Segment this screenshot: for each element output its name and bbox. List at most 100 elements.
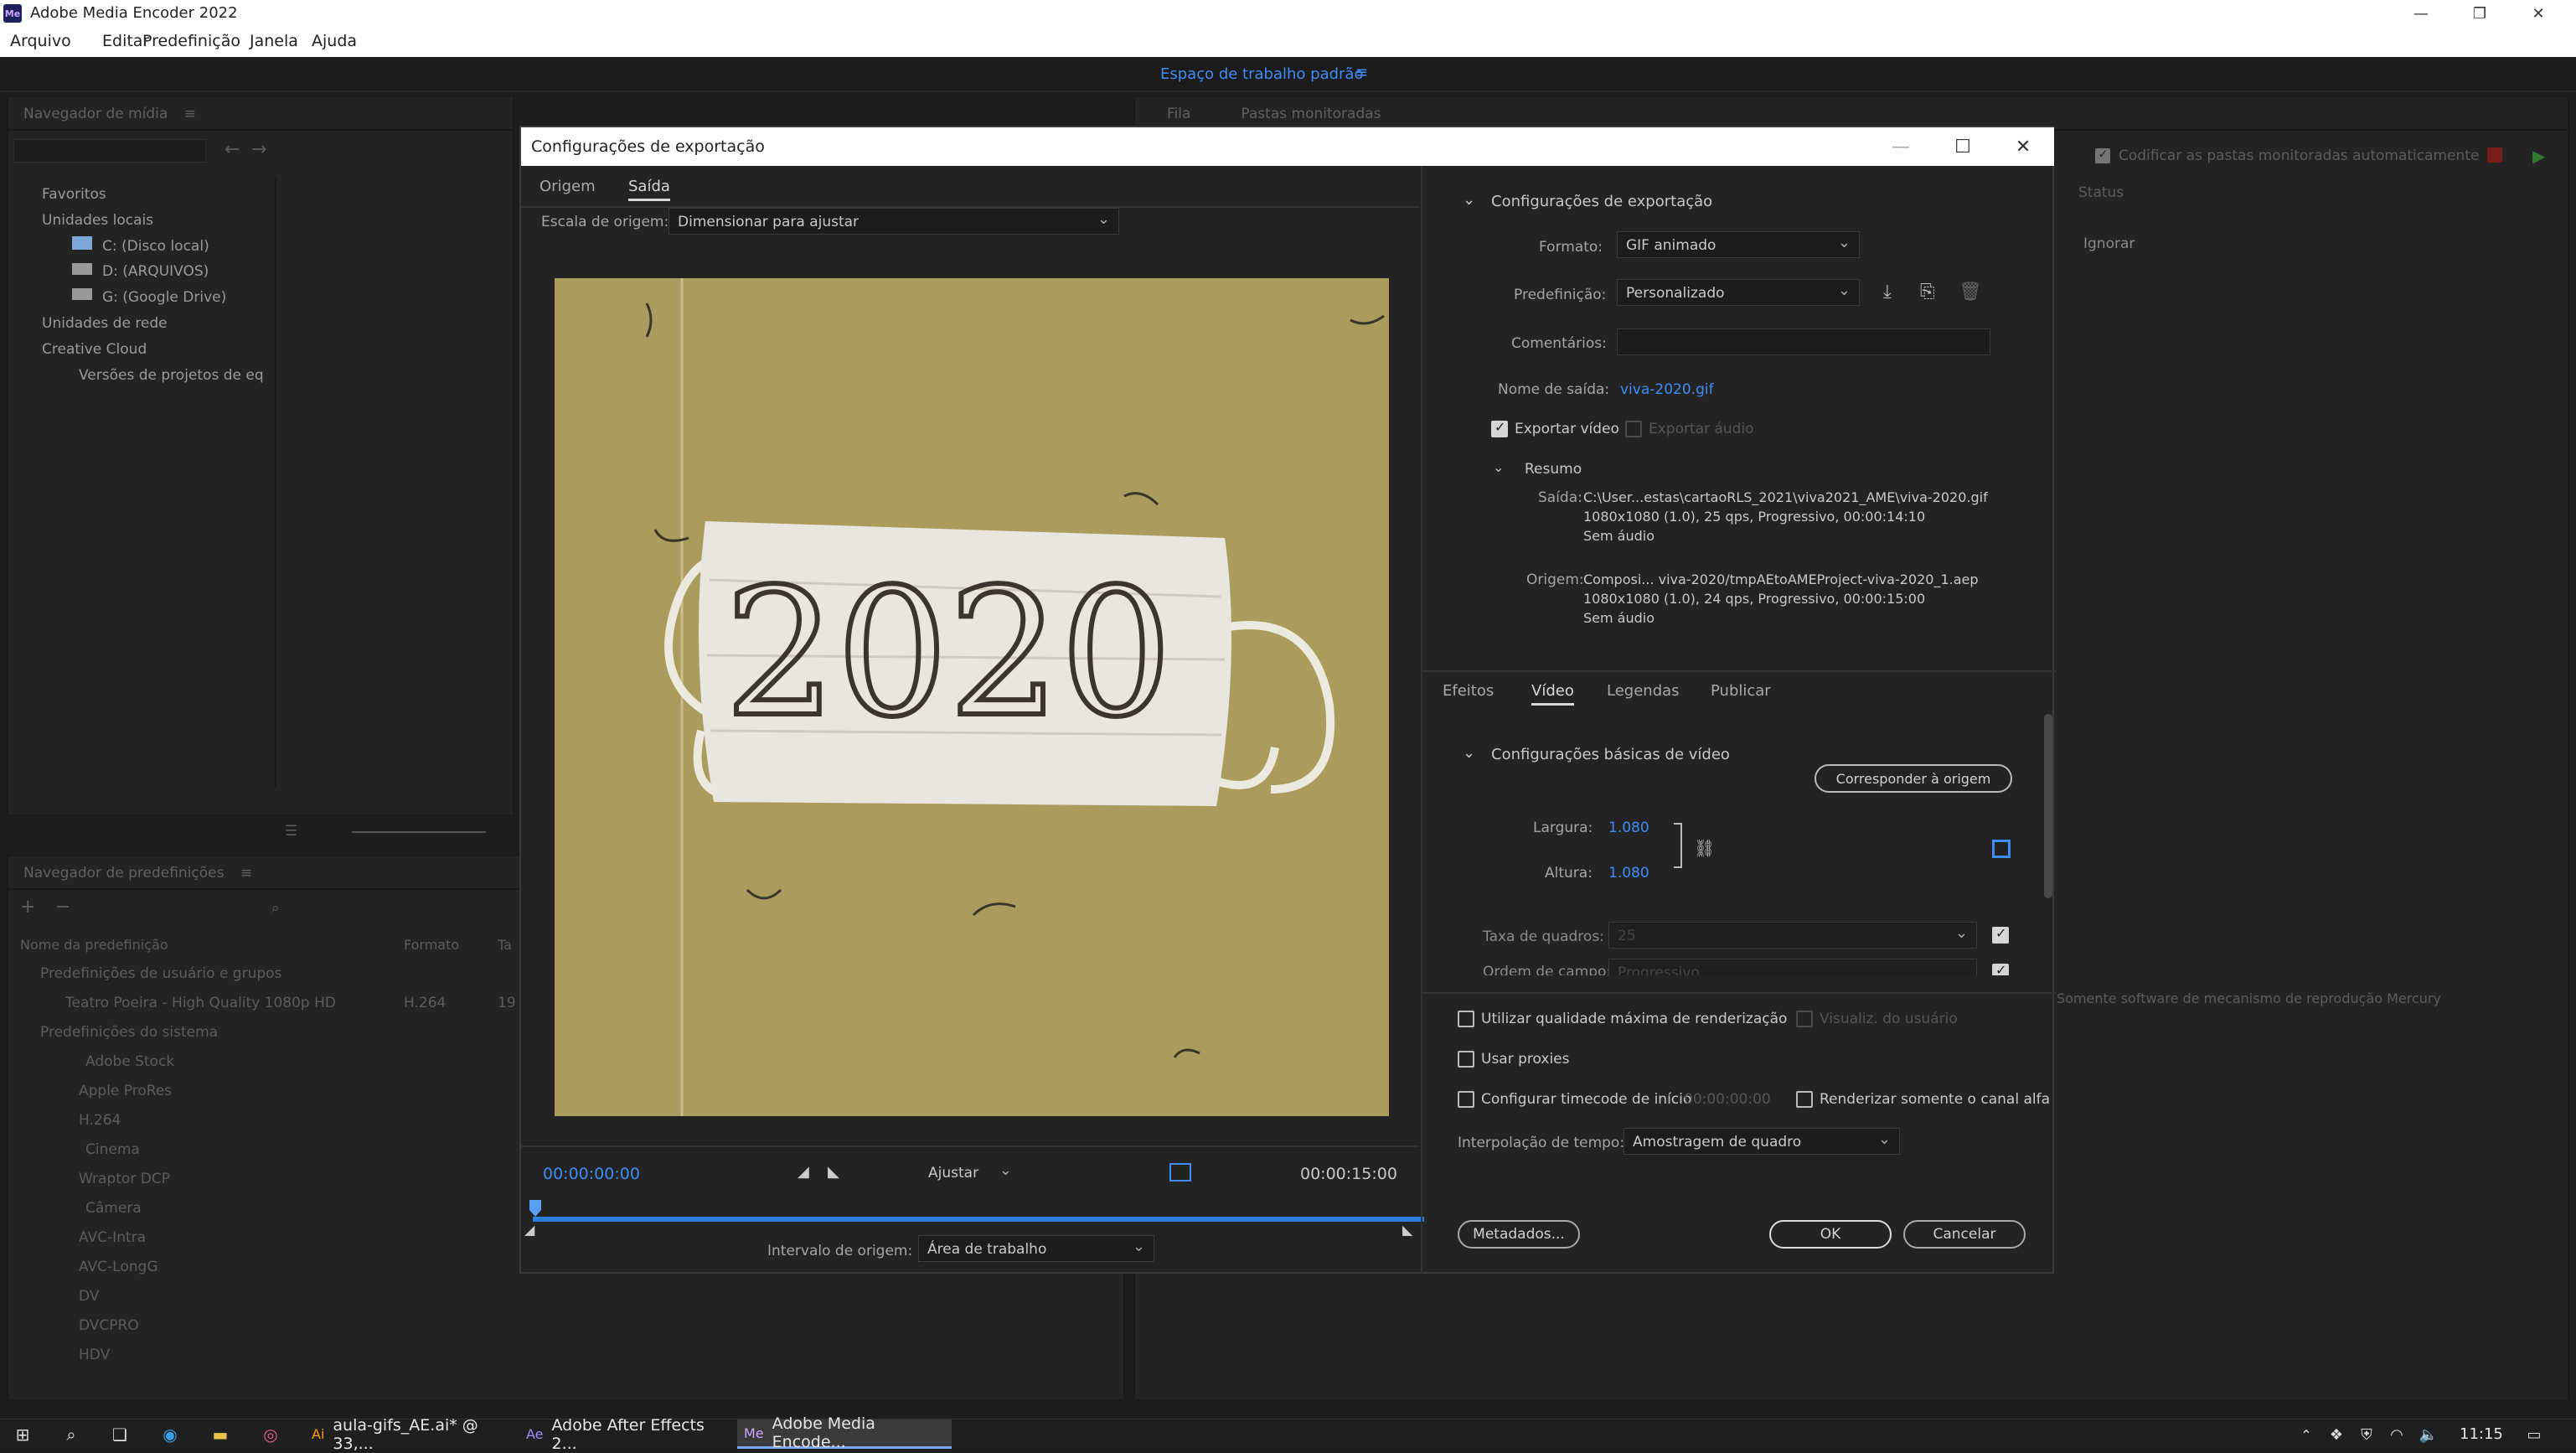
safe-margins-icon[interactable] [1169,1163,1191,1182]
tab-pastas-monitoradas[interactable]: Pastas monitoradas [1241,106,1381,122]
clock[interactable]: 11:15 [2460,1419,2503,1449]
volume-icon[interactable]: 🔈 [2418,1424,2439,1445]
workspace-menu-icon[interactable]: ≡ [1355,64,1368,81]
tree-unidades-locais[interactable]: Unidades locais [42,212,153,229]
status-value[interactable]: Ignorar [2083,235,2135,252]
user-preview-checkbox[interactable] [1796,1011,1813,1027]
col-format[interactable]: Formato [404,937,459,953]
taskbar-app-media-encoder[interactable]: Me Adobe Media Encode... [737,1414,952,1451]
fit-dropdown[interactable]: Ajustar ⌄ [920,1160,1020,1187]
tab-publicar[interactable]: Publicar [1711,682,1771,700]
summary-chevron-icon[interactable]: ⌄ [1493,459,1504,475]
tab-origem[interactable]: Origem [539,178,596,195]
ok-button[interactable]: OK [1769,1220,1892,1249]
col-preset-name[interactable]: Nome da predefinição [20,937,168,953]
preset-hdv[interactable]: HDV [79,1347,110,1363]
link-icon[interactable]: ⛓ [1694,838,1715,858]
menu-ajuda[interactable]: Ajuda [312,32,357,50]
tab-video[interactable]: Vídeo [1531,682,1574,706]
output-name-link[interactable]: viva-2020.gif [1620,381,1714,398]
tree-favoritos[interactable]: Favoritos [42,186,106,203]
export-video-checkbox[interactable] [1491,419,1508,437]
time-interp-dropdown[interactable]: Amostragem de quadro ⌄ [1624,1128,1900,1155]
tab-fila[interactable]: Fila [1167,106,1190,122]
tab-efeitos[interactable]: Efeitos [1443,682,1494,700]
location-dropdown[interactable] [13,139,206,163]
comments-input[interactable] [1617,328,1990,355]
preset-avc-longg[interactable]: AVC-LongG [79,1259,158,1275]
minimize-icon[interactable]: — [2392,0,2450,27]
field-order-dropdown[interactable]: Progressivo [1608,959,1977,975]
renderer-dropdown[interactable]: Somente software de mecanismo de reprodu… [2057,990,2441,1006]
dialog-minimize-icon[interactable]: — [1870,127,1932,166]
export-audio-checkbox[interactable] [1625,421,1642,437]
file-explorer-icon[interactable]: ▬ [209,1424,231,1445]
max-render-checkbox[interactable] [1458,1011,1474,1027]
menu-janela[interactable]: Janela [250,32,298,50]
use-proxies-checkbox[interactable] [1458,1051,1474,1068]
save-preset-icon[interactable]: ⤓ [1883,282,1892,302]
tree-drive-d[interactable]: D: (ARQUIVOS) [102,263,209,280]
dropbox-icon[interactable]: ❖ [2326,1424,2347,1445]
panel-menu-icon[interactable]: ≡ [184,106,196,122]
import-preset-icon[interactable]: ⎘ [1920,282,1935,302]
source-scale-dropdown[interactable]: Dimensionar para ajustar ⌄ [669,208,1119,235]
remove-preset-icon[interactable]: − [55,897,70,918]
height-value[interactable]: 1.080 [1608,865,1649,882]
settings-scrollbar[interactable] [2044,714,2052,898]
export-settings-chevron-icon[interactable]: ⌄ [1463,191,1475,209]
preset-dropdown[interactable]: Personalizado ⌄ [1617,279,1860,306]
shield-icon[interactable]: ⛨ [2356,1424,2377,1445]
instagram-icon[interactable]: ◎ [260,1424,281,1445]
search-icon[interactable]: ⌕ [60,1424,82,1445]
timeline-bar[interactable] [533,1217,1424,1222]
range-start-handle[interactable]: ◢ [524,1222,534,1238]
dialog-close-icon[interactable]: ✕ [1992,127,2054,166]
preset-row-teatro[interactable]: Teatro Poeira - High Quality 1080p HD [65,995,336,1011]
size-checkbox[interactable] [1992,840,2011,858]
forward-arrow-icon[interactable]: → [251,139,266,160]
play-icon[interactable]: ▶ [2532,146,2545,166]
tree-drive-c[interactable]: C: (Disco local) [102,238,209,255]
close-icon[interactable]: ✕ [2509,0,2568,27]
preset-avc-intra[interactable]: AVC-Intra [79,1229,146,1246]
field-order-checkbox[interactable] [1992,962,2009,975]
search-icon[interactable]: ⌕ [271,900,280,917]
mark-out-icon[interactable]: ◣ [828,1163,839,1181]
preset-group-system[interactable]: Predefinições do sistema [40,1024,218,1041]
col-extra[interactable]: Ta [498,937,512,953]
preset-dvcpro[interactable]: DVCPRO [79,1317,139,1334]
start-timecode-value[interactable]: 00:00:00:00 [1684,1091,1771,1108]
preset-h264[interactable]: H.264 [79,1112,121,1129]
preset-camera[interactable]: Câmera [85,1200,142,1217]
set-timecode-checkbox[interactable] [1458,1091,1474,1108]
add-preset-icon[interactable]: + [20,897,35,918]
delete-preset-icon[interactable]: 🗑 [1959,282,1982,302]
preset-apple-prores[interactable]: Apple ProRes [79,1083,172,1099]
stop-icon[interactable] [2487,147,2502,163]
panel-menu-icon[interactable]: ≡ [240,865,252,882]
windows-start-icon[interactable]: ⊞ [12,1424,34,1445]
tree-unidades-rede[interactable]: Unidades de rede [42,315,168,332]
task-view-icon[interactable]: ❏ [109,1424,131,1445]
mark-in-icon[interactable]: ◢ [798,1163,809,1181]
video-section-chevron-icon[interactable]: ⌄ [1463,744,1475,762]
auto-encode-checkbox[interactable] [2095,147,2110,163]
preset-wraptor[interactable]: Wraptor DCP [79,1171,170,1187]
preset-adobe-stock[interactable]: Adobe Stock [85,1053,174,1070]
list-view-icon[interactable]: ☰ [285,823,297,840]
metadata-button[interactable]: Metadados... [1458,1220,1580,1249]
chevron-up-icon[interactable]: ⌃ [2295,1424,2317,1445]
notifications-icon[interactable]: ▭ [2523,1424,2545,1445]
tree-creative-cloud[interactable]: Creative Cloud [42,341,147,358]
format-dropdown[interactable]: GIF animado ⌄ [1617,231,1860,258]
tree-drive-g[interactable]: G: (Google Drive) [102,289,226,306]
tab-saida[interactable]: Saída [628,178,670,201]
width-value[interactable]: 1.080 [1608,820,1649,836]
dialog-maximize-icon[interactable]: ☐ [1932,127,1994,166]
alpha-only-checkbox[interactable] [1796,1091,1813,1108]
playhead-icon[interactable] [529,1200,541,1217]
preset-group-user[interactable]: Predefinições de usuário e grupos [40,965,281,982]
match-source-button[interactable]: Corresponder à origem [1815,764,2012,793]
tab-legendas[interactable]: Legendas [1607,682,1680,700]
